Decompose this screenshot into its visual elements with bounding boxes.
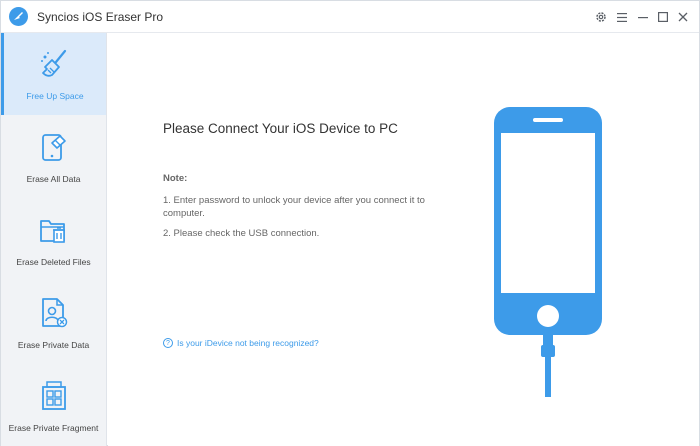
sidebar-item-label: Erase All Data xyxy=(26,174,81,184)
title-bar: Syncios iOS Eraser Pro xyxy=(1,1,699,33)
sidebar-item-label: Erase Private Data xyxy=(17,340,90,350)
gear-icon[interactable] xyxy=(593,9,609,25)
note-title: Note: xyxy=(163,173,188,184)
sidebar-item-label: Free Up Space xyxy=(26,91,84,101)
sidebar-item-label: Erase Deleted Files xyxy=(16,257,91,267)
close-icon[interactable] xyxy=(675,9,691,25)
app-title: Syncios iOS Eraser Pro xyxy=(37,10,164,24)
note-item: 1. Enter password to unlock your device … xyxy=(163,195,425,219)
app-logo-icon xyxy=(9,7,28,26)
private-file-icon xyxy=(37,296,71,330)
sidebar-item-erase-private-data[interactable]: Erase Private Data xyxy=(1,282,106,364)
device-not-recognized-link[interactable]: ? Is your iDevice not being recognized? xyxy=(163,338,319,348)
folder-trash-icon xyxy=(37,213,71,247)
iphone-usb-icon xyxy=(493,105,605,405)
sidebar-item-free-up-space[interactable]: Free Up Space xyxy=(1,33,106,115)
minimize-icon[interactable] xyxy=(635,9,651,25)
note-item: 2. Please check the USB connection. xyxy=(163,228,320,239)
page-title: Please Connect Your iOS Device to PC xyxy=(163,121,398,136)
question-circle-icon: ? xyxy=(163,338,173,348)
main-panel: Please Connect Your iOS Device to PC Not… xyxy=(108,33,699,446)
broom-icon xyxy=(38,47,72,81)
fragment-grid-icon xyxy=(37,379,71,413)
sidebar-item-erase-deleted-files[interactable]: Erase Deleted Files xyxy=(1,199,106,281)
menu-icon[interactable] xyxy=(614,9,630,25)
help-link-label: Is your iDevice not being recognized? xyxy=(177,338,319,348)
sidebar: Free Up Space Erase All Data Erase Delet… xyxy=(1,33,107,446)
phone-eraser-icon xyxy=(37,130,71,164)
app-window: Syncios iOS Eraser Pro Free Up Space Era… xyxy=(0,0,700,446)
sidebar-item-label: Erase Private Fragment xyxy=(8,423,99,433)
sidebar-item-erase-private-fragment[interactable]: Erase Private Fragment xyxy=(1,365,106,446)
sidebar-item-erase-all-data[interactable]: Erase All Data xyxy=(1,116,106,198)
maximize-icon[interactable] xyxy=(655,9,671,25)
